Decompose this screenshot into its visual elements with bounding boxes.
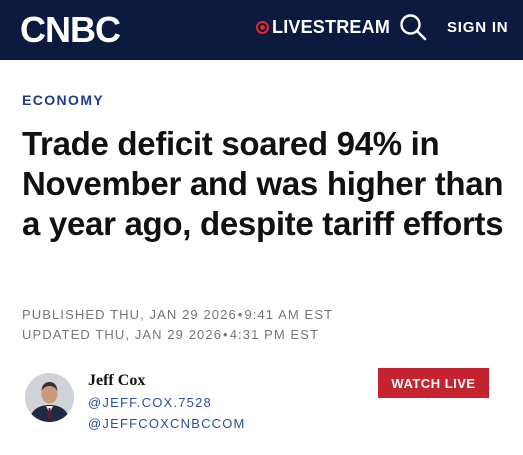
- author-avatar[interactable]: [25, 373, 74, 422]
- published-date: PUBLISHED THU, JAN 29 2026: [22, 307, 237, 322]
- search-icon[interactable]: [399, 13, 427, 46]
- watch-live-button[interactable]: WATCH LIVE: [378, 368, 489, 398]
- updated-time: 4:31 PM EST: [229, 327, 320, 342]
- author-handle-primary[interactable]: @JEFF.COX.7528: [88, 395, 212, 410]
- updated-date: UPDATED THU, JAN 29 2026: [22, 327, 223, 342]
- timestamp-separator: •: [237, 307, 244, 322]
- published-time: 9:41 AM EST: [244, 307, 334, 322]
- cnbc-logo[interactable]: CNBC: [20, 10, 121, 50]
- sign-in-button[interactable]: SIGN IN: [447, 19, 508, 36]
- livestream-label: LIVESTREAM: [272, 17, 391, 37]
- timestamp-separator: •: [223, 327, 229, 342]
- live-dot-icon: [256, 21, 269, 34]
- author-handle-secondary[interactable]: @JEFFCOXCNBCCOM: [88, 416, 246, 431]
- section-link[interactable]: ECONOMY: [22, 92, 104, 108]
- site-header: CNBC LIVESTREAM SIGN IN: [0, 0, 523, 60]
- livestream-link[interactable]: LIVESTREAM: [256, 17, 390, 38]
- article-timestamps: PUBLISHED THU, JAN 29 2026 • 9:41 AM EST…: [22, 305, 333, 345]
- updated-timestamp: UPDATED THU, JAN 29 2026 • 4:31 PM EST: [22, 325, 333, 345]
- article-headline: Trade deficit soared 94% in November and…: [22, 125, 504, 242]
- published-timestamp: PUBLISHED THU, JAN 29 2026 • 9:41 AM EST: [22, 305, 333, 325]
- author-name[interactable]: Jeff Cox: [88, 372, 145, 390]
